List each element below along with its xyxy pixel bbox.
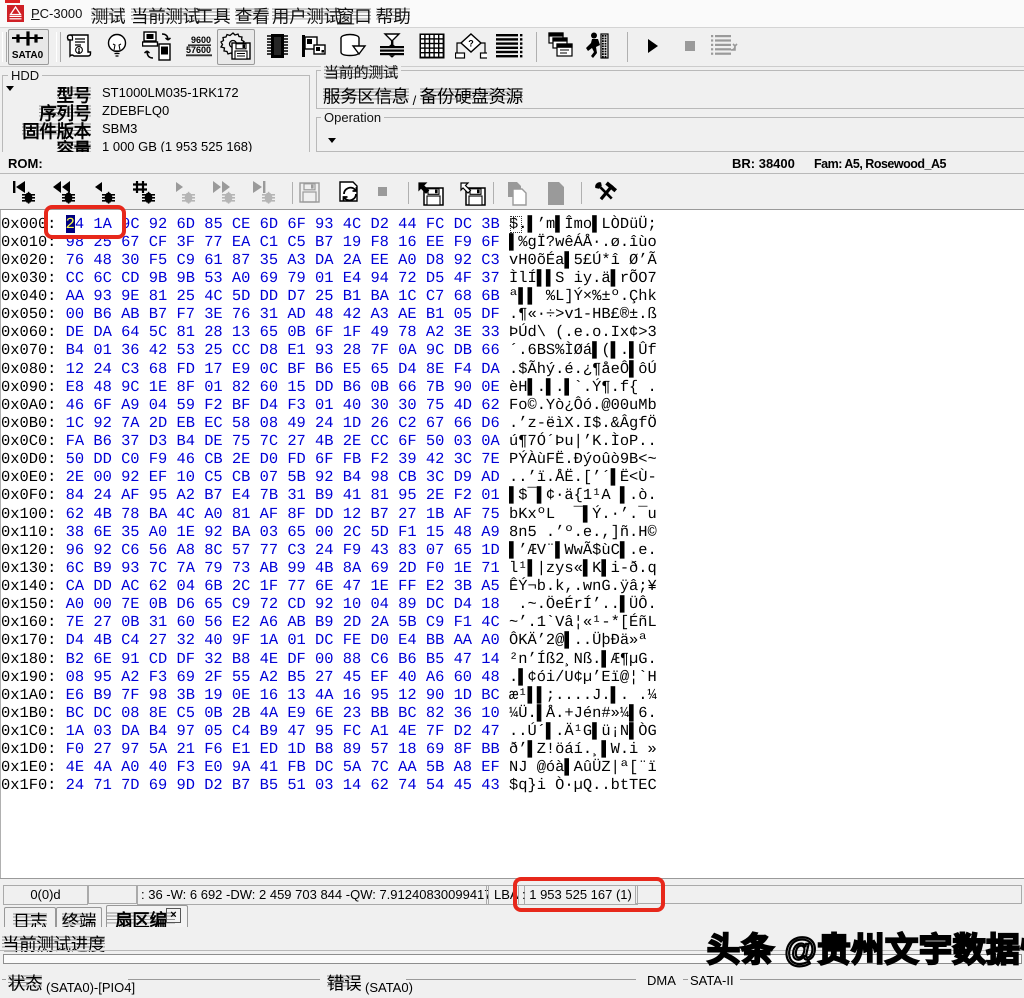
svg-text:?: ? <box>468 39 474 49</box>
svg-text:57600: 57600 <box>186 45 211 55</box>
svg-text:9600: 9600 <box>191 35 211 45</box>
svg-text:SATA0: SATA0 <box>12 50 44 61</box>
